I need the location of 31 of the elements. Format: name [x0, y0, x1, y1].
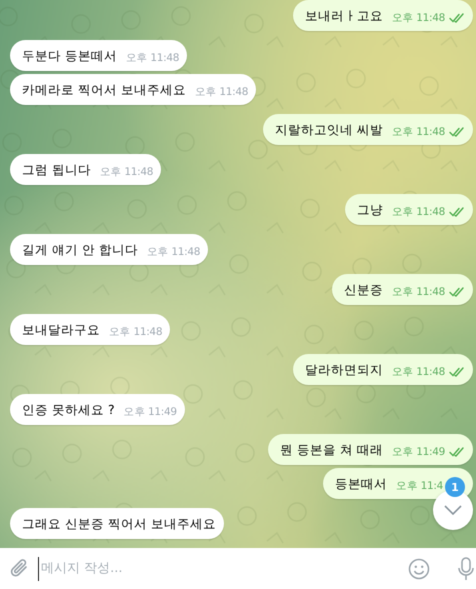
message-time: 오후 11:48 [146, 245, 200, 259]
message-text: 보내달라구요 [22, 321, 100, 339]
message-time: 오후 11:48 [100, 165, 154, 179]
message-time: 오후 11:48 [194, 85, 248, 99]
message-text: 지랄하고잇네 씨발 [274, 121, 383, 139]
message-time: 오후 11:48 [392, 125, 445, 139]
message-text: 신분증 [344, 281, 383, 299]
message-time: 오후 11:48 [392, 11, 445, 25]
message-text: 길게 얘기 안 합니다 [22, 241, 138, 259]
message-text: 그래요 신분증 찍어서 보내주세요 [22, 515, 216, 533]
message-time: 오후 11:48 [126, 51, 180, 65]
message-time: 오후 11:48 [392, 205, 445, 219]
message-time: 오후 11:48 [109, 325, 162, 339]
message-time: 오후 11:48 [392, 285, 445, 299]
message-text: 그럼 됩니다 [22, 161, 91, 179]
microphone-icon[interactable] [458, 556, 474, 580]
message-text: 두분다 등본떼서 [22, 47, 117, 65]
message-text: 카메라로 찍어서 보내주세요 [22, 81, 186, 99]
message-text: 인증 못하세요 ? [22, 401, 115, 419]
message-text: 달라하면되지 [304, 361, 383, 379]
message-input[interactable]: 메시지 작성... [38, 556, 400, 580]
message-time: 오후 11:49 [124, 405, 177, 419]
message-time: 오후 11:4 [396, 479, 443, 493]
message-time: 오후 11:48 [392, 365, 445, 379]
message-text: 등본때서 [335, 475, 388, 493]
message-time: 오후 11:49 [392, 445, 445, 459]
message-text: 뭔 등본을 쳐 때래 [280, 441, 383, 459]
chevron-down-icon [444, 505, 462, 515]
smiley-icon[interactable] [408, 558, 430, 580]
message-text: 그냥 [356, 201, 383, 219]
message-text: 보내러ㅏ고요 [304, 7, 383, 25]
